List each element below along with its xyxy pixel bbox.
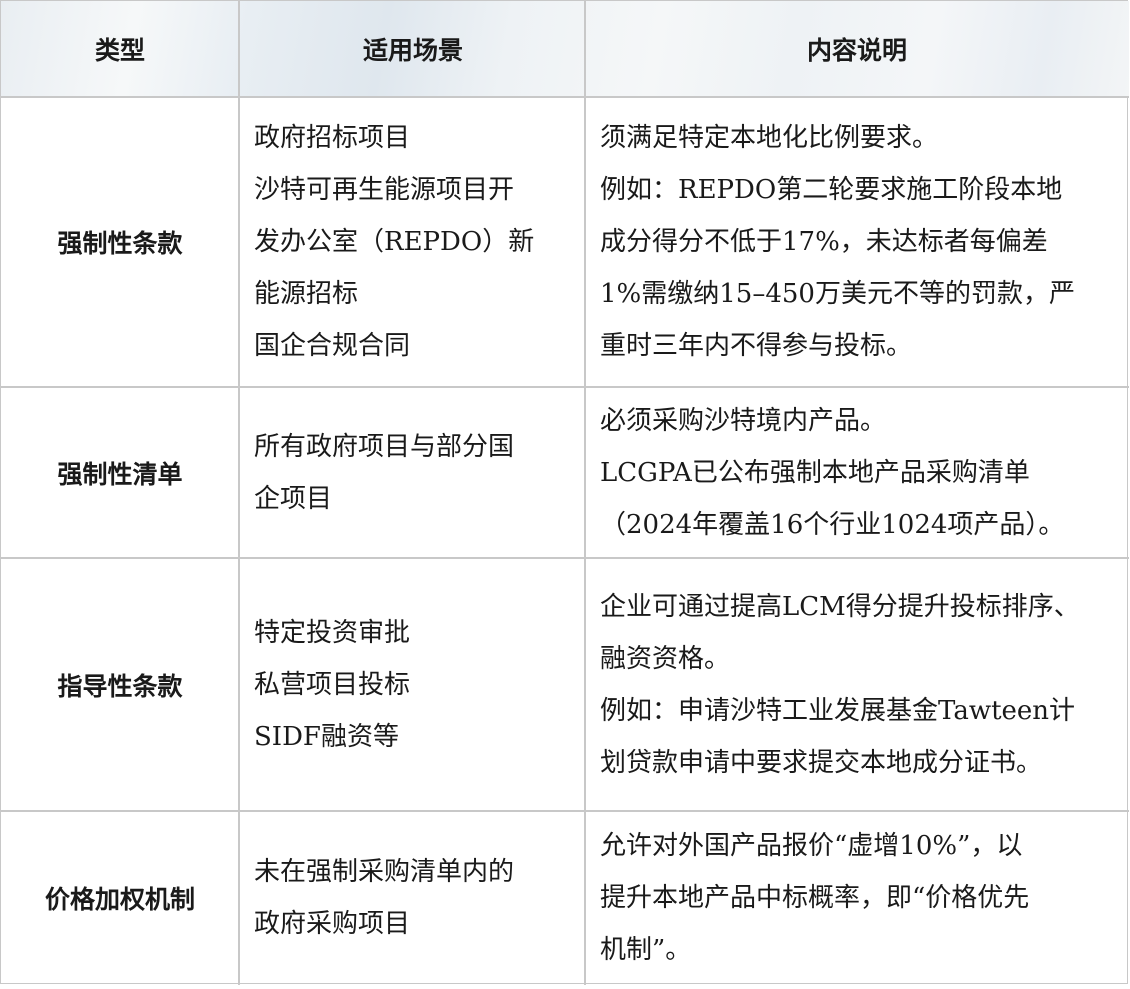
- content-line: 1%需缴纳15–450万美元不等的罚款，严: [600, 279, 1075, 309]
- header-scene: 适用场景: [362, 35, 463, 65]
- header-type: 类型: [94, 35, 145, 65]
- row-content: 须满足特定本地化比例要求。 例如：REPDO第二轮要求施工阶段本地 成分得分不低…: [600, 98, 1120, 386]
- content-line: 例如：REPDO第二轮要求施工阶段本地: [600, 175, 1063, 205]
- row-type: 指导性条款: [57, 671, 183, 701]
- content-line: LCGPA已公布强制本地产品采购清单: [600, 457, 1030, 488]
- scene-line: 政府采购项目: [254, 908, 411, 939]
- content-line: 机制”。: [600, 934, 692, 965]
- content-line: 重时三年内不得参与投标。: [600, 331, 913, 361]
- scene-line: 企项目: [254, 483, 333, 514]
- row-scene: 政府招标项目 沙特可再生能源项目开 发办公室（REPDO）新 能源招标 国企合规…: [254, 98, 572, 386]
- content-line: 必须采购沙特境内产品。: [600, 405, 887, 436]
- scene-line: 未在强制采购清单内的: [254, 856, 515, 887]
- scene-line: 沙特可再生能源项目开: [254, 175, 515, 205]
- row-scene: 特定投资审批 私营项目投标 SIDF融资等: [254, 559, 572, 810]
- row-content: 企业可通过提高LCM得分提升投标排序、 融资资格。 例如：申请沙特工业发展基金T…: [600, 559, 1120, 810]
- row-scene: 未在强制采购清单内的 政府采购项目: [254, 812, 572, 983]
- column-divider: [584, 1, 586, 985]
- scene-line: 私营项目投标: [254, 669, 411, 700]
- content-line: 例如：申请沙特工业发展基金Tawteen计: [600, 695, 1076, 726]
- content-line: 融资资格。: [600, 643, 731, 674]
- content-line: 划贷款申请中要求提交本地成分证书。: [600, 747, 1043, 778]
- scene-line: 政府招标项目: [254, 123, 411, 153]
- content-line: 企业可通过提高LCM得分提升投标排序、: [600, 591, 1080, 622]
- row-content: 必须采购沙特境内产品。 LCGPA已公布强制本地产品采购清单 （2024年覆盖1…: [600, 388, 1120, 557]
- content-line: （2024年覆盖16个行业1024项产品）。: [600, 509, 1065, 540]
- content-line: 成分得分不低于17%，未达标者每偏差: [600, 227, 1048, 257]
- scene-line: 特定投资审批: [254, 617, 411, 648]
- scene-line: 能源招标: [254, 279, 359, 309]
- scene-line: 国企合规合同: [254, 331, 411, 361]
- scene-line: 发办公室（REPDO）新: [254, 227, 535, 257]
- scene-line: SIDF融资等: [254, 721, 399, 752]
- row-type: 强制性清单: [57, 459, 183, 489]
- content-line: 须满足特定本地化比例要求。: [600, 123, 939, 153]
- row-content: 允许对外国产品报价“虚增10%”，以 提升本地产品中标概率，即“价格优先 机制”…: [600, 812, 1120, 983]
- scene-line: 所有政府项目与部分国: [254, 431, 515, 462]
- header-content: 内容说明: [806, 35, 907, 65]
- content-line: 提升本地产品中标概率，即“价格优先: [600, 882, 1030, 913]
- content-line: 允许对外国产品报价“虚增10%”，以: [600, 830, 1023, 861]
- policy-table: 类型 适用场景 内容说明 强制性条款 政府招标项目 沙特可再生能源项目开 发办公…: [0, 0, 1129, 985]
- row-type: 强制性条款: [57, 229, 183, 258]
- row-type: 价格加权机制: [44, 884, 195, 914]
- row-scene: 所有政府项目与部分国 企项目: [254, 388, 572, 557]
